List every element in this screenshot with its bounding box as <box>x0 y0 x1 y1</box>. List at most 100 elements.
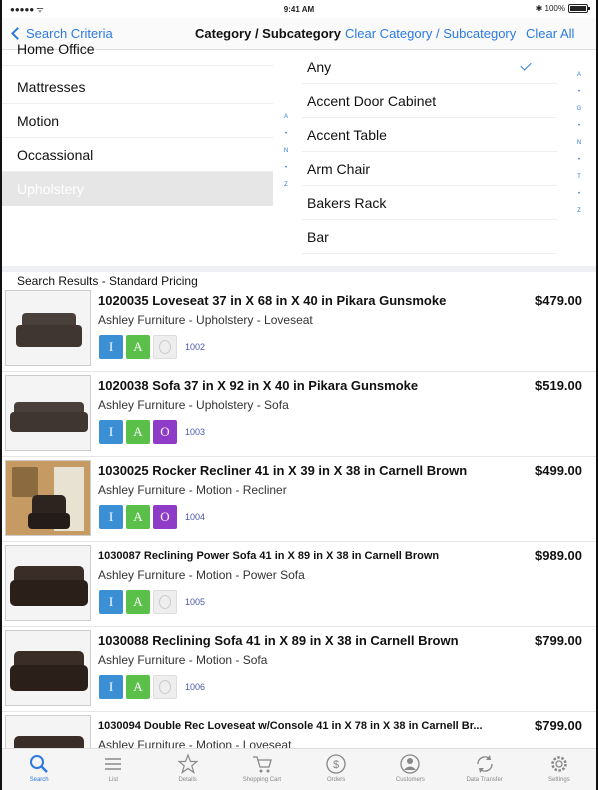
product-thumbnail[interactable] <box>5 545 91 621</box>
tab-details[interactable]: Details <box>151 749 225 790</box>
tab-search[interactable]: Search <box>2 749 76 790</box>
subcategory-item[interactable]: Accent Table <box>302 118 557 152</box>
product-code: 1006 <box>185 682 206 692</box>
availability-badge[interactable]: A <box>126 505 150 529</box>
subcategory-item[interactable]: Arm Chair <box>302 152 557 186</box>
category-item[interactable]: Occassional <box>2 138 273 172</box>
clear-category-button[interactable]: Clear Category / Subcategory <box>345 26 516 41</box>
product-subtitle: Ashley Furniture - Motion - Sofa <box>98 653 268 667</box>
furniture-shape <box>16 325 82 347</box>
product-code: 1004 <box>185 512 206 522</box>
order-badge[interactable]: O <box>153 420 177 444</box>
tab-list[interactable]: List <box>76 749 150 790</box>
product-subtitle: Ashley Furniture - Motion - Recliner <box>98 483 287 497</box>
index-letter[interactable]: Z <box>574 203 584 220</box>
product-badges: I A 1005 <box>99 590 205 614</box>
category-label: Mattresses <box>17 79 86 95</box>
product-price: $799.00 <box>535 718 582 733</box>
clear-all-button[interactable]: Clear All <box>526 26 574 41</box>
index-letter[interactable]: N <box>574 135 584 152</box>
info-badge[interactable]: I <box>99 590 123 614</box>
index-letter[interactable]: • <box>574 84 584 101</box>
product-code: 1003 <box>185 427 206 437</box>
furniture-shape <box>10 580 88 606</box>
index-letter[interactable]: • <box>281 126 291 143</box>
index-letter[interactable]: A <box>281 109 291 126</box>
info-badge[interactable]: I <box>99 420 123 444</box>
product-thumbnail[interactable] <box>5 290 91 366</box>
product-title: 1030094 Double Rec Loveseat w/Console 41… <box>98 720 483 732</box>
category-item[interactable]: Upholstery <box>2 172 273 206</box>
index-letter[interactable]: • <box>281 160 291 177</box>
availability-badge[interactable]: A <box>126 590 150 614</box>
availability-badge[interactable]: A <box>126 675 150 699</box>
section-divider <box>2 266 596 272</box>
category-item[interactable]: Home Office <box>2 36 273 66</box>
order-badge[interactable]: O <box>153 505 177 529</box>
order-badge <box>153 590 177 614</box>
info-badge[interactable]: I <box>99 335 123 359</box>
result-row[interactable]: 1030087 Reclining Power Sofa 41 in X 89 … <box>2 542 596 627</box>
product-price: $499.00 <box>535 463 582 478</box>
cart-icon <box>251 753 273 775</box>
category-label: Home Office <box>17 41 95 57</box>
category-label: Motion <box>17 113 60 129</box>
result-row[interactable]: 1020035 Loveseat 37 in X 68 in X 40 in P… <box>2 287 596 372</box>
index-letter[interactable]: • <box>574 152 584 169</box>
product-badges: I A 1002 <box>99 335 205 359</box>
product-thumbnail[interactable] <box>5 460 91 536</box>
result-row[interactable]: 1030025 Rocker Recliner 41 in X 39 in X … <box>2 457 596 542</box>
category-section-index[interactable]: A • N • Z <box>281 109 291 194</box>
product-price: $989.00 <box>535 548 582 563</box>
product-thumbnail[interactable] <box>5 630 91 706</box>
tab-label: Details <box>178 777 197 783</box>
order-badge <box>153 675 177 699</box>
tab-label: Settings <box>548 777 570 783</box>
gear-icon <box>548 753 570 775</box>
category-item[interactable]: Motion <box>2 104 273 138</box>
order-badge <box>153 335 177 359</box>
svg-text:$: $ <box>333 759 339 771</box>
subcategory-item[interactable]: Any <box>302 50 557 84</box>
product-thumbnail[interactable] <box>5 375 91 451</box>
order-badge-placeholder <box>159 595 171 609</box>
tab-label: Data Transfer <box>466 777 503 783</box>
index-letter[interactable]: T <box>574 169 584 186</box>
order-badge-placeholder <box>159 680 171 694</box>
index-letter[interactable]: • <box>574 186 584 203</box>
order-badge-placeholder <box>159 340 171 354</box>
tab-data-transfer[interactable]: Data Transfer <box>448 749 522 790</box>
category-item[interactable]: Mattresses <box>2 70 273 104</box>
index-letter[interactable]: G <box>574 101 584 118</box>
subcategory-section-index[interactable]: A • G • N • T • Z <box>574 67 584 220</box>
result-row[interactable]: 1030088 Reclining Sofa 41 in X 89 in X 3… <box>2 627 596 712</box>
dollar-icon: $ <box>325 753 347 775</box>
info-badge[interactable]: I <box>99 675 123 699</box>
info-badge[interactable]: I <box>99 505 123 529</box>
index-letter[interactable]: A <box>574 67 584 84</box>
index-letter[interactable]: N <box>281 143 291 160</box>
product-subtitle: Ashley Furniture - Upholstery - Sofa <box>98 398 289 412</box>
product-subtitle: Ashley Furniture - Upholstery - Loveseat <box>98 313 313 327</box>
subcategory-item[interactable]: Accent Door Cabinet <box>302 84 557 118</box>
availability-badge[interactable]: A <box>126 335 150 359</box>
product-title: 1030087 Reclining Power Sofa 41 in X 89 … <box>98 550 440 562</box>
tab-customers[interactable]: Customers <box>373 749 447 790</box>
tab-shopping-cart[interactable]: Shopping Cart <box>225 749 299 790</box>
subcategory-item[interactable]: Bakers Rack <box>302 186 557 220</box>
person-icon <box>399 753 421 775</box>
category-label: Occassional <box>17 147 94 163</box>
tab-settings[interactable]: Settings <box>522 749 596 790</box>
tab-orders[interactable]: $ Orders <box>299 749 373 790</box>
index-letter[interactable]: • <box>574 118 584 135</box>
result-row[interactable]: 1020038 Sofa 37 in X 92 in X 40 in Pikar… <box>2 372 596 457</box>
tab-label: Orders <box>326 777 346 783</box>
availability-badge[interactable]: A <box>126 420 150 444</box>
results-header: Search Results - Standard Pricing <box>17 274 198 288</box>
subcategory-item[interactable]: Bar <box>302 220 557 254</box>
product-badges: I A O 1004 <box>99 505 205 529</box>
index-letter[interactable]: Z <box>281 177 291 194</box>
tab-label: List <box>108 777 119 783</box>
subcategory-label: Accent Table <box>307 127 387 143</box>
clock: 9:41 AM <box>283 5 315 14</box>
